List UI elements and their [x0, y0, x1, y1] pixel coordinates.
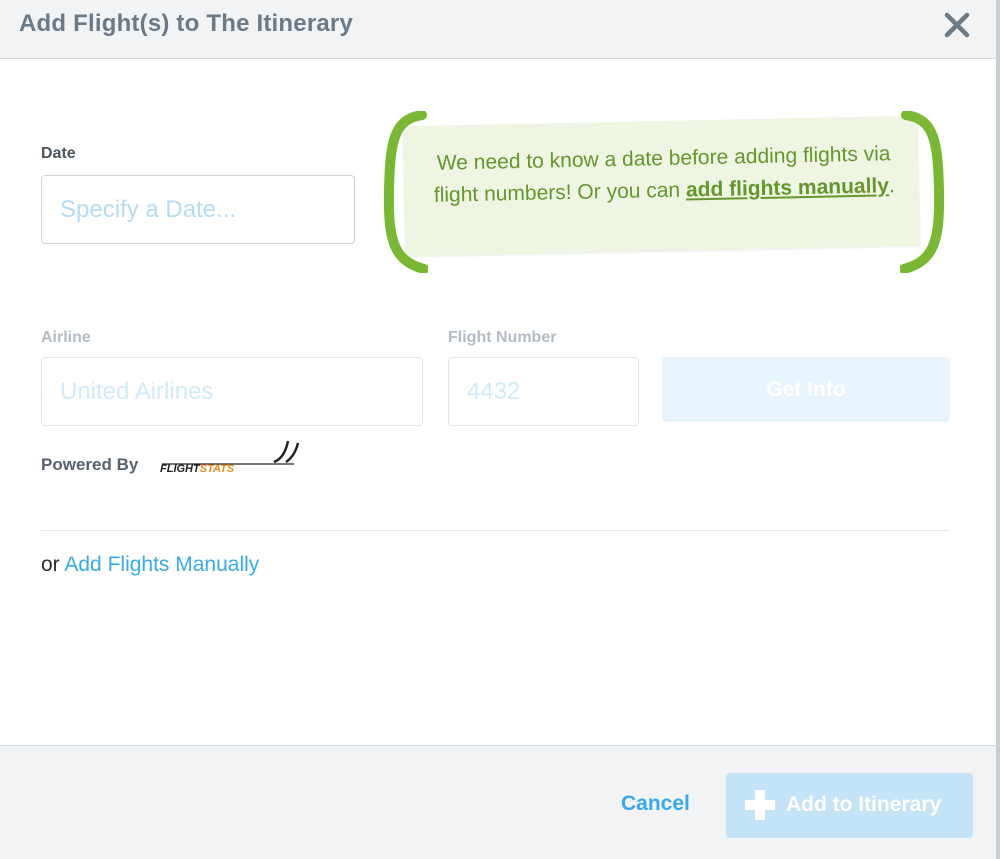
- modal-header: Add Flight(s) to The Itinerary: [0, 0, 1000, 59]
- get-info-button[interactable]: Get Info: [662, 357, 950, 422]
- date-label: Date: [41, 145, 76, 162]
- add-manually-line: or Add Flights Manually: [41, 553, 259, 577]
- close-icon: [944, 12, 970, 38]
- airline-label: Airline: [41, 329, 91, 346]
- hint-add-manually-link[interactable]: add flights manually: [686, 174, 889, 201]
- plus-icon: [745, 790, 775, 820]
- date-input[interactable]: [41, 175, 355, 244]
- close-button[interactable]: [942, 10, 972, 40]
- add-to-itinerary-label: Add to Itinerary: [786, 793, 942, 816]
- divider: [41, 530, 950, 531]
- flightstats-wordmark: FLIGHTSTATS: [160, 463, 235, 473]
- add-to-itinerary-button[interactable]: Add to Itinerary: [726, 773, 973, 838]
- powered-by-label: Powered By: [41, 455, 139, 474]
- modal-body: Date We need to know a date before addin…: [0, 59, 1000, 745]
- airline-input[interactable]: [41, 357, 423, 426]
- hint-text: We need to know a date before adding fli…: [413, 138, 914, 212]
- date-hint-callout: We need to know a date before adding fli…: [378, 111, 950, 273]
- modal-title: Add Flight(s) to The Itinerary: [19, 10, 353, 37]
- flightstats-logo: FLIGHTSTATS: [160, 440, 300, 473]
- add-flights-manually-link[interactable]: Add Flights Manually: [64, 553, 259, 576]
- hint-text-after: .: [888, 174, 896, 198]
- modal-footer: Cancel Add to Itinerary: [0, 745, 1000, 859]
- add-manually-prefix: or: [41, 553, 60, 576]
- cancel-button[interactable]: Cancel: [621, 792, 690, 816]
- flight-number-input[interactable]: [448, 357, 639, 426]
- flight-number-label: Flight Number: [448, 329, 557, 346]
